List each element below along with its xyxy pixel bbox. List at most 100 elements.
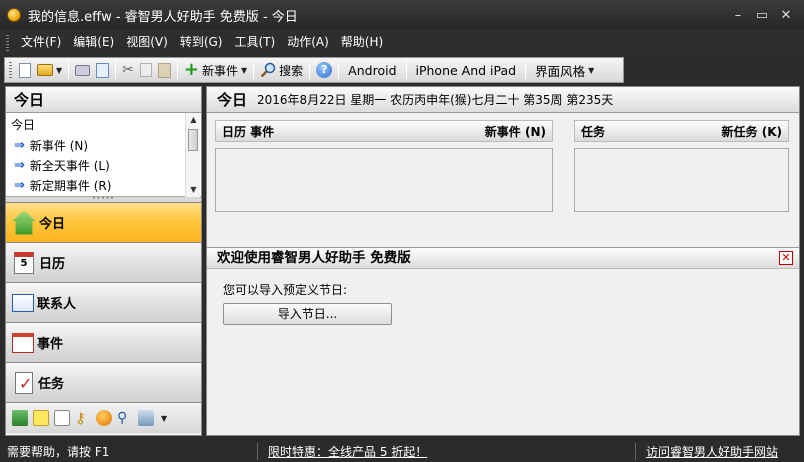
import-holidays-button[interactable]: 导入节日... (223, 303, 392, 325)
toolbar-strip: ▼ ✂ + 新事件 ▼ 搜索 ? Android iPhone And iPad… (4, 57, 624, 83)
chevron-down-icon: ▼ (588, 65, 595, 75)
menu-goto[interactable]: 转到(G) (174, 30, 229, 55)
menu-grip[interactable] (6, 34, 9, 51)
menu-edit[interactable]: 编辑(E) (67, 30, 120, 55)
window-controls: – ▭ ✕ (726, 5, 798, 25)
nav-tasks[interactable]: 任务 (6, 363, 201, 403)
quick-item-new-allday-event[interactable]: ⇒ 新全天事件 (L) (14, 157, 110, 174)
today-date: 2016年8月22日 星期一 农历丙申年(猴)七月二十 第35周 第235天 (257, 93, 614, 107)
nav-events[interactable]: 事件 (6, 323, 201, 363)
quick-item-label: 新事件 (N) (29, 139, 89, 153)
print-button[interactable] (72, 59, 93, 81)
tasks-pane-title: 任务 (581, 124, 606, 139)
paste-icon (157, 62, 171, 78)
today-title: 今日 (217, 91, 248, 109)
printer-icon (75, 64, 91, 76)
scroll-thumb[interactable] (188, 129, 198, 151)
menu-tools[interactable]: 工具(T) (228, 30, 281, 55)
menu-file[interactable]: 文件(F) (15, 30, 67, 55)
new-document-button[interactable] (16, 59, 34, 81)
iphone-ipad-button[interactable]: iPhone And iPad (410, 59, 523, 81)
menu-view[interactable]: 视图(V) (120, 30, 174, 55)
app-icon[interactable] (7, 8, 21, 22)
help-icon: ? (316, 62, 333, 78)
promo-link[interactable]: 限时特惠：全线产品 5 折起！ (258, 443, 608, 460)
toolbar-separator (525, 61, 527, 79)
toolbar-grip[interactable] (9, 62, 12, 78)
globe-icon[interactable] (96, 410, 112, 426)
nav-label: 联系人 (37, 297, 77, 312)
home-icon (12, 210, 36, 235)
arrow-right-icon: ⇒ (14, 158, 25, 173)
close-icon[interactable]: ✕ (779, 251, 793, 265)
status-help: 需要帮助，请按 F1 (0, 442, 258, 460)
quick-list-scrollbar[interactable]: ▲ ▼ (185, 113, 200, 197)
navigation-panel-title: 今日 (6, 87, 201, 113)
toolbar-separator (115, 61, 117, 79)
close-button[interactable]: ✕ (774, 5, 798, 25)
menu-actions[interactable]: 动作(A) (281, 30, 335, 55)
theme-dropdown[interactable]: 界面风格 ▼ (529, 59, 600, 81)
event-icon (12, 332, 34, 353)
nav-contacts[interactable]: 联系人 (6, 283, 201, 323)
quick-item-new-event[interactable]: ⇒ 新事件 (N) (14, 137, 88, 154)
key-icon[interactable]: ⚷ (75, 410, 91, 426)
copy-button[interactable] (137, 59, 155, 81)
tasks-pane[interactable] (574, 148, 789, 212)
menu-bar: 文件(F) 编辑(E) 视图(V) 转到(G) 工具(T) 动作(A) 帮助(H… (0, 30, 804, 55)
new-task-link[interactable]: 新任务 (K) (722, 123, 782, 140)
welcome-header: 欢迎使用睿智男人好助手 免费版 ✕ (207, 247, 799, 269)
calendar-events-pane-header: 日历 事件 新事件 (N) (215, 120, 553, 142)
help-button[interactable]: ? (313, 59, 335, 81)
calendar-events-pane-title: 日历 事件 (222, 124, 275, 139)
title-bar: 我的信息.effw - 睿智男人好助手 免费版 - 今日 – ▭ ✕ (0, 0, 804, 30)
arrow-right-icon: ⇒ (14, 178, 25, 193)
nav-label: 事件 (37, 337, 64, 352)
calendar-icon: 5 (14, 251, 34, 274)
cut-button[interactable]: ✂ (119, 59, 137, 81)
print-preview-button[interactable] (93, 59, 112, 81)
android-button[interactable]: Android (342, 59, 402, 81)
search-icon (260, 62, 276, 78)
chevron-down-icon: ▼ (241, 65, 248, 75)
scroll-up-icon[interactable]: ▲ (186, 113, 201, 127)
folder-icon (37, 64, 53, 76)
notes-book-icon[interactable] (12, 410, 28, 426)
print-preview-icon (96, 62, 110, 78)
quick-item-label: 新定期事件 (R) (29, 179, 112, 193)
nav-label: 任务 (38, 377, 65, 392)
scissors-icon: ✂ (122, 62, 134, 78)
welcome-text: 您可以导入预定义节日: (223, 283, 348, 297)
search-button[interactable]: 搜索 (257, 59, 306, 81)
chevron-down-icon[interactable]: ▼ (161, 414, 167, 423)
toolbar-separator (338, 61, 340, 79)
new-event-label: 新事件 (201, 63, 238, 78)
plus-icon: + (183, 59, 199, 80)
open-folder-button[interactable]: ▼ (34, 59, 65, 81)
today-header: 今日 2016年8月22日 星期一 农历丙申年(猴)七月二十 第35周 第235… (207, 87, 799, 113)
nav-today[interactable]: 今日 (6, 203, 201, 243)
restore-button[interactable]: ▭ (750, 5, 774, 25)
quick-item-new-recurring-event[interactable]: ⇒ 新定期事件 (R) (14, 177, 111, 194)
tasks-pane-header: 任务 新任务 (K) (574, 120, 789, 142)
document-icon[interactable] (54, 410, 70, 426)
new-document-icon (19, 62, 31, 78)
new-event-button[interactable]: + 新事件 ▼ (181, 59, 250, 81)
menu-help[interactable]: 帮助(H) (335, 30, 389, 55)
theme-label: 界面风格 (535, 63, 586, 79)
chevron-down-icon: ▼ (56, 65, 63, 75)
paste-button[interactable] (155, 59, 174, 81)
contact-card-icon (12, 293, 34, 312)
visit-website-link[interactable]: 访问睿智男人好助手网站 (634, 442, 804, 460)
calendar-events-pane[interactable] (215, 148, 553, 212)
minimize-button[interactable]: – (726, 5, 750, 25)
search-label: 搜索 (279, 63, 304, 78)
tools-icon[interactable] (138, 410, 154, 426)
search-icon[interactable]: ⚲ (117, 410, 133, 426)
new-event-link[interactable]: 新事件 (N) (485, 123, 546, 140)
toolbar-separator (405, 61, 407, 79)
window-title: 我的信息.effw - 睿智男人好助手 免费版 - 今日 (28, 9, 298, 25)
scroll-down-icon[interactable]: ▼ (186, 183, 201, 197)
sticky-note-icon[interactable] (33, 410, 49, 426)
nav-calendar[interactable]: 5 日历 (6, 243, 201, 283)
